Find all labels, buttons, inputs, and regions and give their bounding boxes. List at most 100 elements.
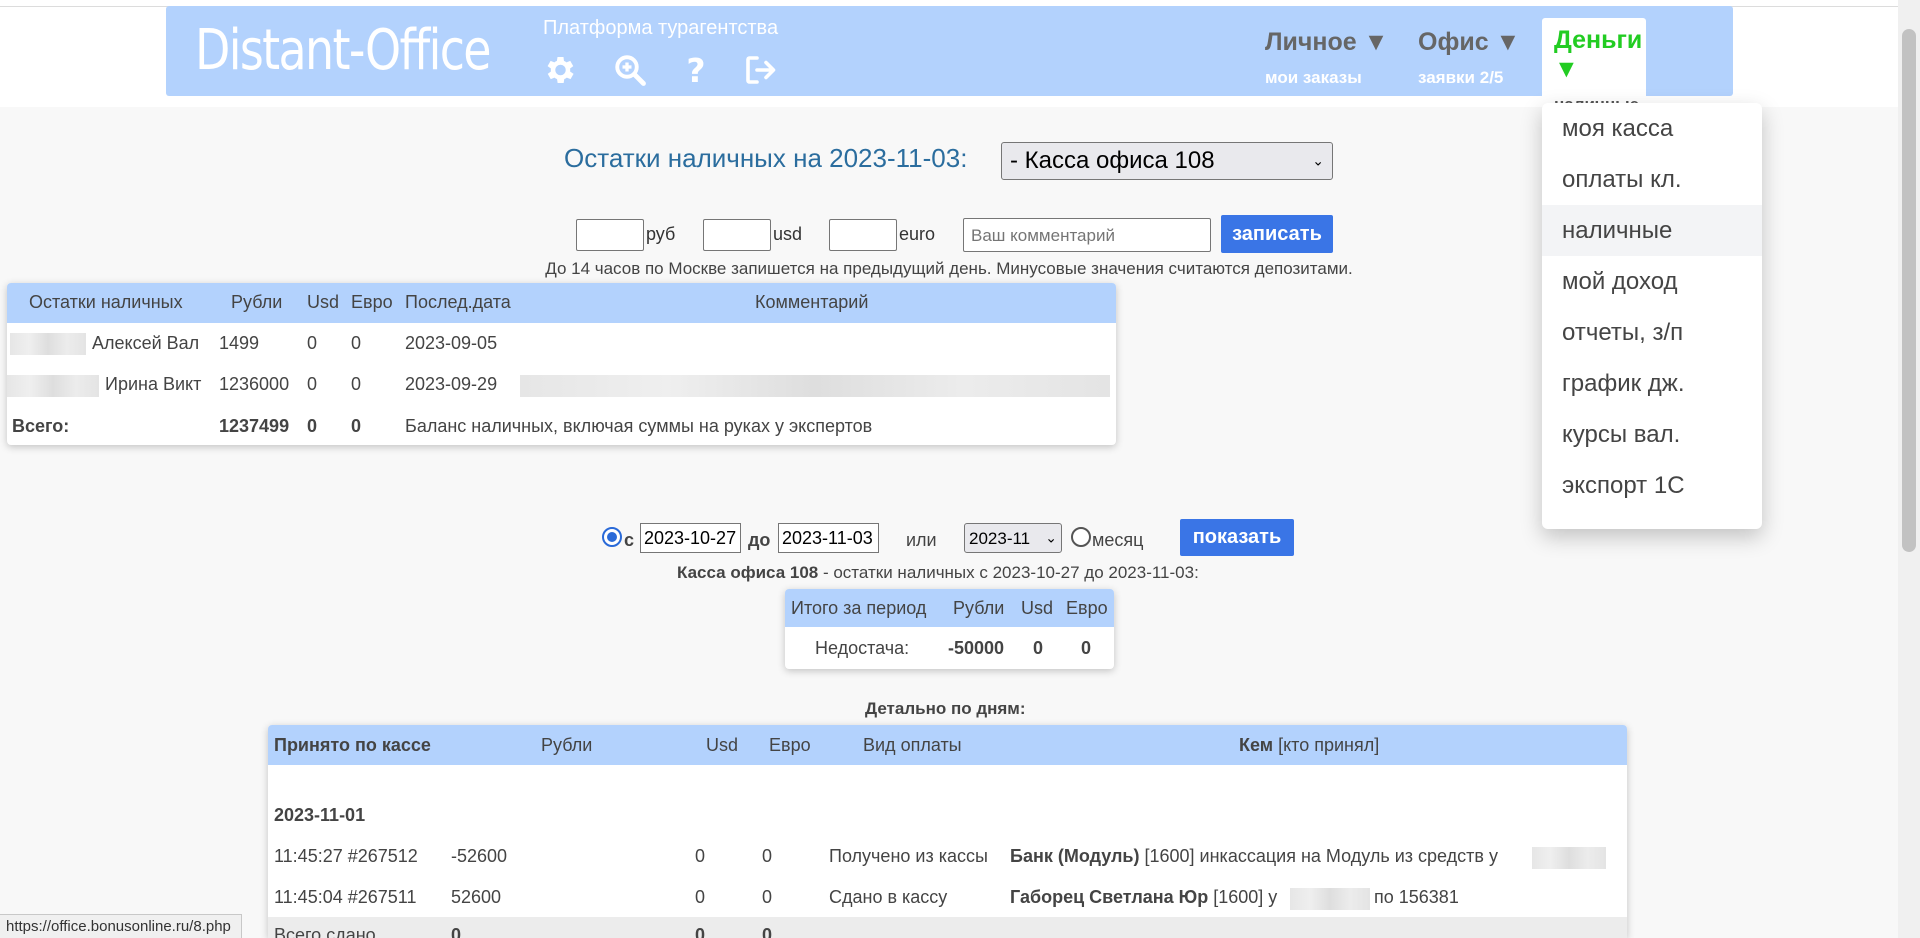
month-select[interactable]: 2023-11 ⌄: [964, 523, 1062, 553]
redacted-text: [1532, 847, 1606, 869]
header-cell: Принято по кассе: [274, 735, 431, 755]
detail-row-time[interactable]: 11:45:04 #267511: [274, 887, 416, 908]
redacted-comment: [520, 375, 1110, 397]
balance-row-rub: 1236000: [219, 374, 290, 394]
menu-item-schedule[interactable]: график дж.: [1542, 358, 1762, 409]
header-cell: Рубли: [231, 292, 283, 312]
usd-input[interactable]: [703, 219, 771, 251]
balance-total-usd: 0: [307, 416, 318, 436]
balance-row-eur: 0: [351, 333, 362, 353]
office-select[interactable]: - Касса офиса 108 ⌄: [1001, 142, 1333, 180]
menu-item-cash[interactable]: наличные: [1542, 205, 1762, 256]
menu-item-client-payments[interactable]: оплаты кл.: [1542, 154, 1762, 205]
total-label: Всего сдано: [274, 925, 376, 938]
header-cell: Рубли: [541, 735, 593, 755]
balance-row-usd: 0: [307, 333, 318, 353]
detail-row-rub: -52600: [451, 846, 508, 866]
svg-text:?: ?: [686, 52, 705, 88]
rub-input[interactable]: [576, 219, 644, 251]
balance-row-date: 2023-09-05: [405, 333, 498, 353]
balance-table: Остатки наличных Рубли Usd Евро Послед.д…: [7, 283, 1116, 445]
gear-icon[interactable]: [541, 52, 577, 88]
detail-table: Принято по кассе Рубли Usd Евро Вид опла…: [268, 725, 1627, 938]
logo[interactable]: Distant-Office: [195, 18, 492, 83]
header-cell: Послед.дата: [405, 292, 511, 312]
header-cell-rest: [кто принял]: [1278, 735, 1380, 755]
total-eur: 0: [762, 925, 773, 938]
total-row: [268, 917, 1627, 938]
comment-input[interactable]: Ваш комментарий: [963, 218, 1211, 252]
detail-row-who-rest: [1600] инкассация на Модуль из средств у: [1144, 846, 1498, 866]
nav-office-sub[interactable]: заявки 2/5: [1418, 68, 1520, 88]
total-usd: 0: [695, 925, 706, 938]
nav-personal[interactable]: Личное ▼ мои заказы: [1265, 28, 1388, 88]
balance-total-eur: 0: [351, 416, 362, 436]
chevron-down-icon: ⌄: [1312, 152, 1324, 169]
balance-row-date: 2023-09-29: [405, 374, 498, 394]
menu-item-export-1c[interactable]: экспорт 1С: [1542, 460, 1762, 511]
header-cell: Usd: [307, 292, 340, 312]
detail-row-rub: 52600: [451, 887, 502, 907]
menu-item-my-cashbox[interactable]: моя касса: [1542, 103, 1762, 154]
help-icon[interactable]: ?: [678, 52, 714, 88]
show-button[interactable]: показать: [1180, 519, 1294, 556]
balance-total-comment: Баланс наличных, включая суммы на руках …: [405, 416, 873, 436]
redacted-text: [10, 333, 86, 355]
zoom-in-icon[interactable]: [612, 52, 648, 88]
period-radio[interactable]: [602, 527, 622, 547]
euro-input[interactable]: [829, 219, 897, 251]
header-cell: Usd: [706, 735, 739, 755]
balance-total-label: Всего:: [12, 416, 70, 436]
nav-personal-label[interactable]: Личное ▼: [1265, 28, 1388, 57]
detail-row-who: Банк (Модуль) [1600] инкассация на Модул…: [1010, 846, 1498, 867]
money-dropdown-menu: моя касса оплаты кл. наличные мой доход …: [1542, 103, 1762, 529]
platform-subtitle: Платформа турагентства: [543, 17, 779, 39]
redacted-text: [1290, 888, 1370, 910]
or-label: или: [906, 530, 937, 550]
nav-office-label[interactable]: Офис ▼: [1418, 28, 1520, 57]
nav-money[interactable]: Деньги ▼ наличные: [1542, 18, 1646, 114]
balance-title: Остатки наличных на 2023-11-03:: [564, 143, 968, 173]
balance-total-rub: 1237499: [219, 416, 290, 436]
menu-item-exchange-rates[interactable]: курсы вал.: [1542, 409, 1762, 460]
balance-row-eur: 0: [351, 374, 362, 394]
header-cell: Остатки наличных: [29, 292, 183, 312]
to-label: до: [748, 530, 771, 550]
scrollbar-thumb[interactable]: [1902, 29, 1916, 552]
from-label: с: [624, 530, 635, 550]
header-cell: Евро: [351, 292, 393, 312]
nav-office[interactable]: Офис ▼ заявки 2/5: [1418, 28, 1520, 88]
rub-unit: руб: [646, 224, 676, 244]
period-table: Итого за период Рубли Usd Евро Недостача…: [785, 589, 1114, 669]
period-summary-office: Касса офиса 108: [677, 563, 819, 582]
day-heading: 2023-11-01: [274, 805, 366, 825]
header-cell: Рубли: [953, 598, 1005, 618]
logout-icon[interactable]: [742, 52, 778, 88]
month-radio[interactable]: [1071, 527, 1091, 547]
total-rub: 0: [451, 925, 462, 938]
from-date-input[interactable]: 2023-10-27: [640, 523, 741, 553]
header-cell-bold: Кем: [1239, 735, 1274, 755]
shortage-rub: -50000: [948, 638, 1005, 658]
menu-item-reports[interactable]: отчеты, з/п: [1542, 307, 1762, 358]
header-cell: Евро: [769, 735, 811, 755]
balance-row-name: Алексей Вал: [92, 333, 200, 353]
header-cell: Кем [кто принял]: [1239, 735, 1379, 756]
header-cell: Вид оплаты: [863, 735, 962, 755]
save-button[interactable]: записать: [1221, 215, 1333, 253]
detail-row-eur: 0: [762, 887, 773, 907]
detail-title: Детально по дням:: [865, 699, 1026, 718]
detail-row-time[interactable]: 11:45:27 #267512: [274, 846, 418, 867]
shortage-eur: 0: [1081, 638, 1092, 658]
detail-row-who-rest: [1600] у: [1213, 887, 1278, 907]
to-date-input[interactable]: 2023-11-03: [778, 523, 879, 553]
nav-money-label[interactable]: Деньги ▼: [1554, 26, 1642, 84]
detail-row-type: Получено из кассы: [829, 846, 988, 866]
menu-item-my-income[interactable]: мой доход: [1542, 256, 1762, 307]
header-cell: Комментарий: [755, 292, 869, 312]
nav-personal-sub[interactable]: мои заказы: [1265, 68, 1388, 88]
header-cell: Usd: [1021, 598, 1054, 618]
detail-row-eur: 0: [762, 846, 773, 866]
detail-row-who: Габорец Светлана Юр [1600] у: [1010, 887, 1277, 908]
detail-row-who-bold: Габорец Светлана Юр: [1010, 887, 1209, 907]
